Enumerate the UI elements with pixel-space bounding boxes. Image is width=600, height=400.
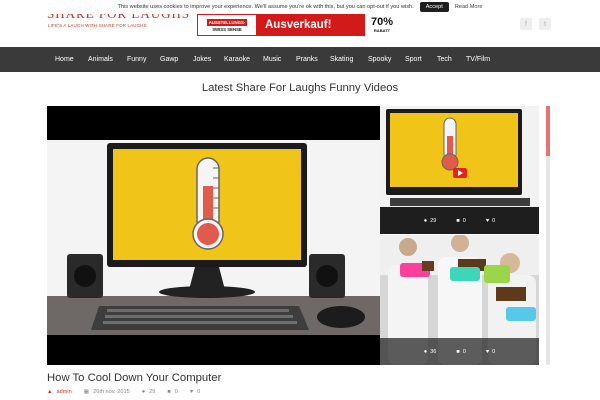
nav-item-gawp[interactable]: Gawp [160, 47, 178, 72]
post-title[interactable]: How To Cool Down Your Computer [47, 372, 221, 384]
cookie-accept-button[interactable]: Accept [419, 2, 449, 12]
heart-icon: ♥ [485, 348, 490, 355]
thumb-1-views: ● 29 [424, 218, 437, 224]
thumb-1-views-count: 29 [430, 217, 437, 224]
post-comments: ■ 0 [167, 389, 178, 395]
heart-icon: ♥ [189, 389, 194, 395]
nav-item-sport[interactable]: Sport [405, 47, 422, 72]
eye-icon: ● [141, 389, 146, 395]
featured-video[interactable] [47, 106, 380, 365]
thumb-2-views: ● 36 [424, 349, 437, 355]
ad-discount-badge: 70% RABATT [365, 14, 399, 36]
post-author: ▲ admin [47, 389, 72, 395]
twitter-icon[interactable]: t [539, 18, 551, 30]
comment-icon: ■ [456, 217, 460, 224]
nav-item-music[interactable]: Music [263, 47, 281, 72]
nav-item-tech[interactable]: Tech [437, 47, 452, 72]
thumb-2-comments: ■ 0 [456, 349, 466, 355]
nav-item-spooky[interactable]: Spooky [368, 47, 391, 72]
nav-item-pranks[interactable]: Pranks [296, 47, 318, 72]
nav-item-skating[interactable]: Skating [330, 47, 353, 72]
main-nav: Home Animals Funny Gawp Jokes Karaoke Mu… [0, 47, 600, 72]
cookie-read-more-link[interactable]: Read More [455, 4, 483, 10]
post-date-text: 26th nov, 2015 [93, 389, 130, 395]
ad-brand: AUSSTELLUNGS- SWISS SENSE [197, 14, 257, 36]
ad-percent: 70% [370, 16, 394, 28]
nav-item-karaoke[interactable]: Karaoke [224, 47, 250, 72]
user-icon: ▲ [47, 389, 53, 395]
thumb-2-comments-count: 0 [462, 348, 466, 355]
cookie-message: This website uses cookies to improve you… [117, 4, 414, 10]
ad-brand-line2: SWISS SENSE [212, 26, 242, 32]
post-likes-count: 0 [197, 389, 201, 395]
cookie-bar: This website uses cookies to improve you… [0, 0, 600, 14]
scrollbar-thumb[interactable] [546, 106, 550, 156]
thumb-1-stats: ● 29 ■ 0 ♥ 0 [380, 207, 539, 234]
thumb-2-views-count: 36 [430, 348, 437, 355]
page: SHARE FOR LAUGHS LIFE'S A LAUGH WITH SHA… [0, 0, 600, 400]
post-likes: ♥ 0 [190, 389, 200, 395]
nav-item-home[interactable]: Home [55, 47, 74, 72]
thumb-2-likes: ♥ 0 [486, 349, 495, 355]
eye-icon: ● [423, 348, 428, 355]
comment-icon: ■ [456, 348, 460, 355]
video-thumb-1[interactable]: ● 29 ■ 0 ♥ 0 [380, 106, 539, 234]
facebook-icon[interactable]: f [520, 18, 532, 30]
comment-icon: ■ [167, 389, 171, 395]
post-author-name[interactable]: admin [57, 389, 72, 395]
ad-headline: Ausverkauf! [265, 19, 332, 31]
post-views-count: 29 [149, 389, 156, 395]
thumb-2-stats: ● 36 ■ 0 ♥ 0 [380, 338, 539, 365]
thumb-1-comments-count: 0 [462, 217, 466, 224]
video-thumb-2[interactable]: ● 36 ■ 0 ♥ 0 [380, 235, 539, 365]
ad-badge-text: RABATT [373, 28, 391, 33]
ad-brand-line1: AUSSTELLUNGS- [206, 18, 248, 26]
thumb-1-comments: ■ 0 [456, 218, 466, 224]
eye-icon: ● [423, 217, 428, 224]
post-date: ▦ 26th nov, 2015 [84, 389, 130, 395]
section-title: Latest Share For Laughs Funny Videos [201, 82, 399, 94]
thumb-2-likes-count: 0 [492, 348, 496, 355]
thumbs-scrollbar[interactable] [546, 106, 550, 365]
thumb-1-likes: ♥ 0 [486, 218, 495, 224]
nav-item-funny[interactable]: Funny [127, 47, 146, 72]
post-meta: ▲ admin ▦ 26th nov, 2015 ● 29 ■ 0 ♥ 0 [47, 388, 212, 396]
nav-item-jokes[interactable]: Jokes [193, 47, 211, 72]
nav-item-animals[interactable]: Animals [88, 47, 113, 72]
site-tagline: LIFE'S A LAUGH WITH SHARE FOR LAUGHS [48, 23, 147, 28]
post-views: ● 29 [142, 389, 156, 395]
thumb-1-likes-count: 0 [492, 217, 496, 224]
computer-thermometer-image [47, 106, 380, 365]
ad-banner[interactable]: AUSSTELLUNGS- SWISS SENSE Ausverkauf! 70… [197, 14, 399, 36]
calendar-icon: ▦ [83, 389, 90, 395]
nav-item-tv-film[interactable]: TV/Film [466, 47, 490, 72]
post-comments-count: 0 [174, 389, 178, 395]
heart-icon: ♥ [485, 217, 490, 224]
